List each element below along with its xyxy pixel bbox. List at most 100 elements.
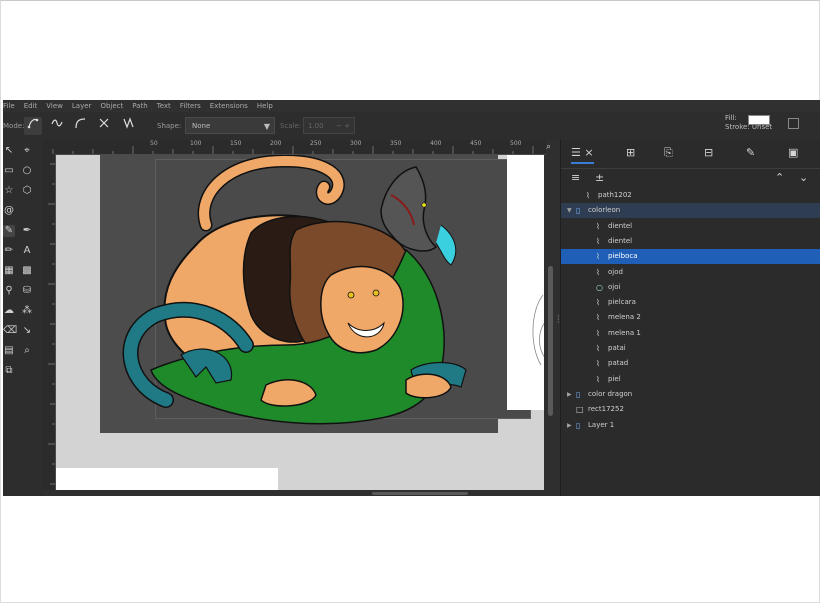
tweak-tool-icon[interactable]: ☁ — [3, 305, 15, 317]
tree-row-label: piel — [608, 374, 621, 383]
tree-row[interactable]: ⌇ dientel — [561, 219, 820, 234]
eraser-tool-icon[interactable]: ⌫ — [3, 325, 17, 337]
collapsed-chevron-icon[interactable]: ▶ — [567, 418, 572, 433]
tab-layers-objects-icon[interactable]: ☰ × — [571, 146, 594, 164]
tree-row-label: patad — [608, 359, 629, 368]
pages-tool-icon[interactable]: ⧉ — [3, 365, 15, 377]
ruler-tick-label: 200 — [270, 140, 282, 147]
box3d-tool-icon[interactable]: ⬡ — [21, 185, 33, 197]
menu-object[interactable]: Object — [100, 100, 123, 112]
menu-text[interactable]: Text — [157, 100, 171, 112]
zoom-icon[interactable]: ⌕ — [546, 142, 551, 152]
path-icon: ⌇ — [596, 344, 600, 353]
horizontal-ruler: 50 100 150 200 250 300 350 400 450 500 — [43, 140, 546, 155]
chevron-down-icon[interactable]: ⌄ — [799, 171, 808, 184]
tree-row[interactable]: ⌇ piel — [561, 372, 820, 387]
add-layer-icon[interactable]: ± — [595, 171, 604, 184]
expanded-chevron-icon[interactable]: ▼ — [567, 203, 572, 218]
tree-row[interactable]: ▼ ▯ colorleon — [561, 203, 820, 219]
scale-label: Scale: — [280, 122, 302, 130]
zoom-tool-icon[interactable]: ⌕ — [21, 345, 33, 357]
tree-row[interactable]: ⌇ pielboca — [561, 249, 820, 265]
menu-view[interactable]: View — [46, 100, 63, 112]
tree-row[interactable]: ⌇ dientel — [561, 234, 820, 249]
vertical-scroll-thumb[interactable] — [548, 266, 553, 416]
menu-help[interactable]: Help — [257, 100, 273, 112]
straight-segments-icon[interactable] — [119, 117, 137, 135]
star-tool-icon[interactable]: ☆ — [3, 185, 15, 197]
path-icon: ⌇ — [596, 298, 600, 308]
path-icon: ⌇ — [596, 267, 600, 277]
menu-extensions[interactable]: Extensions — [210, 100, 248, 112]
dropper-tool-icon[interactable]: ⚲ — [3, 285, 15, 297]
tab-export-icon[interactable]: ⎘ — [664, 146, 673, 160]
tree-row-label: Layer 1 — [588, 420, 615, 429]
menu-path[interactable]: Path — [132, 100, 147, 112]
spiral-tool-icon[interactable]: @ — [3, 205, 15, 217]
spiro-mode-icon[interactable] — [48, 117, 66, 135]
tree-row[interactable]: ⌇ patad — [561, 356, 820, 371]
menu-filters[interactable]: Filters — [180, 100, 201, 112]
text-tool-icon[interactable]: A — [21, 245, 33, 257]
bspline-mode-icon[interactable] — [71, 117, 89, 135]
tree-row[interactable]: ⌇ melena 2 — [561, 310, 820, 325]
toolbox: ↖ ⌖ ▭ ○ ☆ ⬡ @ ✎ ✒ ✏ A ▦ ▩ ⚲ ⛁ ☁ ⁂ ⌫ ↘ ▤ … — [3, 140, 43, 496]
tree-row-label: pielcara — [608, 298, 636, 307]
menu-layer[interactable]: Layer — [72, 100, 92, 112]
rect-tool-icon[interactable]: ▭ — [3, 165, 15, 177]
tree-row[interactable]: ▶ ▯ Layer 1 — [561, 418, 820, 433]
tab-align-icon[interactable]: ⊞ — [626, 146, 635, 159]
tree-row[interactable]: ⌇ path1202 — [561, 188, 820, 203]
tree-row[interactable]: ▶ ▯ color dragon — [561, 387, 820, 402]
horizontal-scroll-thumb[interactable] — [372, 492, 468, 495]
layer-menu-icon[interactable]: ≡ — [571, 171, 580, 184]
mesh-tool-icon[interactable]: ▩ — [21, 265, 33, 277]
tree-row-label: colorleon — [588, 206, 621, 215]
group-icon: ▯ — [576, 206, 581, 216]
tree-row[interactable]: ○ ojoi — [561, 280, 820, 295]
bezier-mode-icon[interactable] — [24, 117, 42, 135]
calligraphy-tool-icon[interactable]: ✒ — [21, 225, 33, 237]
snap-toggle-icon[interactable] — [788, 118, 799, 129]
paint-bucket-icon[interactable]: ⛁ — [21, 285, 33, 297]
menu-bar: File Edit View Layer Object Path Text Filters Ex… — [3, 100, 820, 112]
tree-row[interactable]: □ rect17252 — [561, 402, 820, 417]
tab-transform-icon[interactable]: ⊟ — [704, 146, 713, 159]
chevron-down-icon: ▼ — [263, 122, 270, 131]
connector-tool-icon[interactable]: ↘ — [21, 325, 33, 337]
canvas-vertical-scrollbar[interactable] — [546, 154, 556, 490]
menu-file[interactable]: File — [3, 100, 15, 112]
drawing-canvas[interactable] — [56, 155, 544, 490]
tree-row[interactable]: ⌇ melena 1 — [561, 326, 820, 341]
pen-tool-icon[interactable]: ✎ — [3, 225, 15, 237]
chevron-up-icon[interactable]: ⌃ — [775, 171, 784, 184]
tree-row[interactable]: ⌇ ojod — [561, 265, 820, 280]
artwork-lion-dragon[interactable] — [56, 155, 544, 490]
group-icon: ▯ — [576, 389, 581, 399]
selector-tool-icon[interactable]: ↖ — [3, 145, 15, 157]
tree-row-label: ojod — [608, 267, 623, 276]
layers-objects-panel: ☰ × ⊞ ⎘ ⊟ ✎ ▣ ≡ ± ⌃ ⌄ ⌇ path1202 ▼ ▯ colorle… — [560, 140, 820, 496]
canvas-horizontal-scrollbar[interactable] — [56, 490, 546, 496]
paraxial-mode-icon[interactable] — [95, 117, 113, 135]
menu-edit[interactable]: Edit — [24, 100, 38, 112]
measure-tool-icon[interactable]: ▤ — [3, 345, 15, 357]
tab-fill-stroke-icon[interactable]: ✎ — [746, 146, 755, 159]
fill-swatch[interactable] — [748, 115, 770, 125]
ruler-tick-label: 150 — [230, 140, 242, 147]
gradient-tool-icon[interactable]: ▦ — [3, 265, 15, 277]
tree-row[interactable]: ⌇ patai — [561, 341, 820, 356]
pencil-tool-icon[interactable]: ✏ — [3, 245, 15, 257]
collapsed-chevron-icon[interactable]: ▶ — [567, 387, 572, 402]
mode-label: Mode: — [3, 122, 25, 130]
shape-label: Shape: — [157, 122, 182, 130]
tree-row-label: melena 1 — [608, 328, 641, 337]
node-tool-icon[interactable]: ⌖ — [21, 145, 33, 157]
scale-input[interactable]: 1.00 − + — [303, 117, 355, 134]
spray-tool-icon[interactable]: ⁂ — [21, 305, 33, 317]
ellipse-tool-icon[interactable]: ○ — [21, 165, 33, 177]
stepper-icon: − + — [336, 122, 350, 130]
tab-document-icon[interactable]: ▣ — [788, 146, 798, 159]
tree-row[interactable]: ⌇ pielcara — [561, 295, 820, 310]
shape-dropdown[interactable]: None ▼ — [185, 117, 275, 134]
